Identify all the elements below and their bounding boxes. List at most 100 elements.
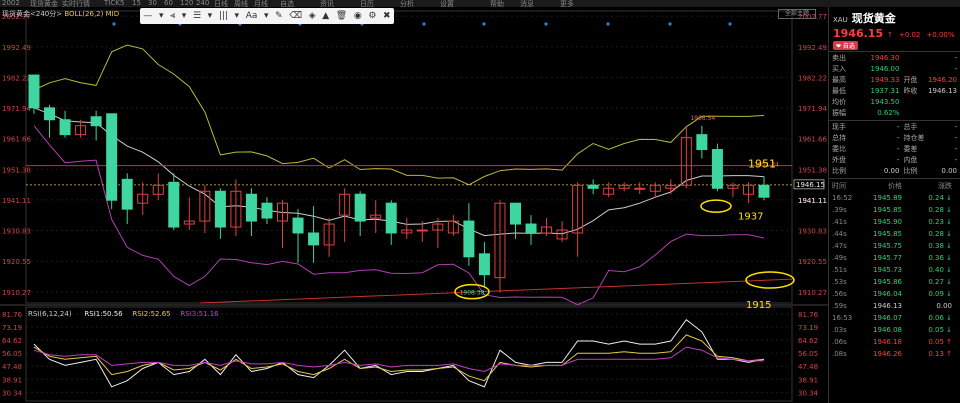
top-menu-item[interactable]: 30: [148, 0, 157, 7]
candle-body: [525, 223, 537, 234]
rsi-tick-right: 47.48: [798, 363, 818, 371]
legend-boll: BOLL(26,2) MID: [64, 10, 120, 18]
y-tick-left: 1982.22: [2, 74, 31, 82]
chart-area[interactable]: 现货黄金<240分> BOLL(26,2) MID — ▾ ⫷ ▾ ☰ ▾ ||| ▾ Aa ▾ ✎…: [0, 7, 828, 403]
toolbar-tool[interactable]: ✖: [381, 11, 393, 21]
level-1915-text: 1915: [746, 300, 771, 311]
top-menu-item[interactable]: 2002: [2, 0, 20, 7]
y-tick-right: 1910.27: [798, 289, 827, 297]
toolbar-tool[interactable]: Aa: [244, 11, 260, 21]
tick-row[interactable]: .44s 1945.85 0.28 ↓: [829, 228, 960, 240]
top-menu-item[interactable]: 日历: [360, 0, 374, 7]
tick-row[interactable]: .08s 1946.26 0.13 ↑: [829, 348, 960, 360]
candle-body: [28, 74, 40, 109]
y-tick-right: 1982.22: [798, 74, 827, 82]
top-menu-item[interactable]: 资讯: [320, 0, 334, 7]
stat-row: 比例 0.00 比例 0.00: [832, 167, 957, 175]
toolbar-tool[interactable]: ☰: [191, 11, 203, 21]
tick-row[interactable]: .03s 1946.08 0.05 ↓: [829, 324, 960, 336]
y-tick-left: 1961.66: [2, 136, 31, 144]
top-menu-item[interactable]: 实时行情: [62, 0, 90, 7]
top-menu-item[interactable]: 15: [132, 0, 141, 7]
top-menu-item[interactable]: 240: [196, 0, 209, 7]
y-tick-left: 1992.49: [2, 44, 31, 52]
top-menu-item[interactable]: 更多: [560, 0, 574, 7]
stat-row: 现手 - 总手 -: [832, 123, 957, 131]
rsi-tick-left: 47.48: [2, 363, 22, 371]
top-menu-item[interactable]: 帮助: [490, 0, 504, 7]
tick-row[interactable]: .47s 1945.75 0.38 ↓: [829, 240, 960, 252]
top-menu-item[interactable]: 分析: [400, 0, 414, 7]
top-menu-item[interactable]: 60: [164, 0, 173, 7]
rsi-tick-right: 56.05: [798, 350, 818, 358]
candle-body: [168, 181, 180, 228]
tick-row[interactable]: .41s 1945.90 0.23 ↓: [829, 216, 960, 228]
y-tick-right: 1961.66: [798, 136, 827, 144]
toolbar-tool[interactable]: ▲: [320, 11, 331, 21]
favorite-button[interactable]: ❤ 自选: [833, 41, 858, 50]
rsi-tick-right: 81.76: [798, 311, 819, 319]
candle-body: [634, 187, 646, 190]
stat-row: 买入 1946.00-: [832, 65, 957, 73]
y-tick-right: 1951.38: [798, 166, 827, 174]
theme-button[interactable]: 全部主题: [778, 9, 816, 19]
candle-body: [385, 202, 397, 234]
rsi-legend: RSI2:52.65: [132, 310, 170, 318]
candle-body: [509, 202, 521, 225]
top-menu-item[interactable]: 消息: [520, 0, 534, 7]
top-menu-item[interactable]: 月线: [254, 0, 268, 7]
toolbar-tool[interactable]: |||: [217, 11, 230, 21]
stat-row: 委比 - 委差 -: [832, 145, 957, 153]
top-menu-item[interactable]: 120: [180, 0, 193, 7]
top-menu-bar: 2002 现货黄金 实时行情 TICK 5 15 30 60 120 240 日线 周线 月线 自选 资讯 日…: [0, 0, 960, 7]
toolbar-tool[interactable]: ▾: [262, 11, 271, 21]
top-menu-item[interactable]: 设置: [440, 0, 454, 7]
event-dot: [728, 22, 732, 26]
tick-row[interactable]: .56s 1946.04 0.09 ↓: [829, 288, 960, 300]
y-tick-right: 1992.49: [798, 44, 827, 52]
top-menu-item[interactable]: TICK: [104, 0, 120, 7]
toolbar-tool[interactable]: ⚙: [366, 11, 378, 21]
candlestick-chart[interactable]: 2002.77 2002.771992.49 1992.491982.22 1982.…: [0, 7, 828, 403]
toolbar-tool[interactable]: ▾: [233, 11, 242, 21]
top-menu-item[interactable]: 5: [120, 0, 124, 7]
current-price-sub: 1941.11: [798, 197, 827, 205]
stat-row: 最高 1949.33 开盘 1946.20: [832, 76, 957, 84]
stat-row: 振幅 0.62%: [832, 109, 900, 117]
tick-row[interactable]: .51s 1945.73 0.40 ↓: [829, 264, 960, 276]
y-tick-left: 1930.83: [2, 228, 31, 236]
legend-symbol: 现货黄金<240分>: [2, 10, 63, 18]
top-menu-item[interactable]: 周线: [234, 0, 248, 7]
toolbar-tool[interactable]: ⫷: [168, 11, 177, 21]
toolbar-tool[interactable]: ◉: [352, 11, 364, 21]
candle-body: [308, 232, 320, 246]
tick-row[interactable]: .06s 1946.18 0.05 ↑: [829, 336, 960, 348]
candle-body: [59, 119, 71, 136]
toolbar-tool[interactable]: ▾: [206, 11, 215, 21]
tick-list[interactable]: 16:52 1945.89 0.24 ↓ .39s 1945.85 0.28 ↓ .41s 1…: [829, 192, 960, 360]
tick-row[interactable]: .53s 1945.86 0.27 ↓: [829, 276, 960, 288]
stat-row: 均价 1943.50: [832, 98, 900, 106]
toolbar-tool[interactable]: 🗑: [334, 11, 349, 21]
toolbar-tool[interactable]: ⌫: [287, 11, 304, 21]
symbol-name: 现货黄金: [851, 12, 896, 25]
toolbar-tool[interactable]: ✎: [273, 11, 285, 21]
high-label: 1966.54: [690, 115, 715, 122]
toolbar-tool[interactable]: —: [141, 11, 154, 21]
toolbar-tool[interactable]: ▾: [157, 11, 166, 21]
top-menu-item[interactable]: 现货黄金: [30, 0, 58, 7]
tick-row[interactable]: 16:52 1945.89 0.24 ↓: [829, 192, 960, 204]
tick-row[interactable]: .59s 1946.13 0.00: [829, 300, 960, 312]
tick-row[interactable]: 16:53 1946.07 0.06 ↓: [829, 312, 960, 324]
toolbar-tool[interactable]: ▾: [180, 11, 189, 21]
candle-body: [245, 193, 257, 222]
toolbar-tool[interactable]: ◈: [307, 11, 318, 21]
top-menu-item[interactable]: 日线: [214, 0, 228, 7]
rsi-legend: RSI1:50.56: [84, 310, 123, 318]
tick-row[interactable]: .39s 1945.85 0.28 ↓: [829, 204, 960, 216]
tick-row[interactable]: .49s 1945.77 0.36 ↓: [829, 252, 960, 264]
current-price-text: 1946.15: [796, 181, 825, 189]
top-menu-item[interactable]: 自选: [280, 0, 294, 7]
event-dot: [112, 22, 116, 26]
stat-row: 外盘 - 内盘 -: [832, 156, 957, 164]
